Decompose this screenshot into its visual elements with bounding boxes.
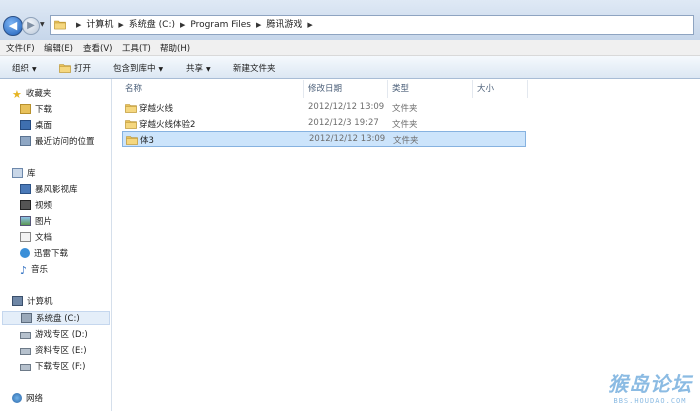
folder-icon [59,63,71,73]
nav-music[interactable]: ♪ 音乐 [20,263,48,277]
nav-documents[interactable]: 文档 [20,231,52,245]
file-name: 穿越火线 [139,104,174,114]
nav-videos[interactable]: 视频 [20,199,52,213]
nav-baofeng-library[interactable]: 暴风影视库 [20,183,78,197]
nav-drive-e[interactable]: 资料专区 (E:) [20,344,87,358]
nav-libraries[interactable]: 库 [12,167,36,181]
folder-icon [125,103,137,113]
video-library-icon [20,184,31,194]
crumb-tencent-games[interactable]: 腾讯游戏 [266,20,302,30]
nav-xunlei-downloads[interactable]: 迅雷下载 [20,247,68,261]
watermark-logo: 猴岛论坛 [608,372,692,396]
drive-icon [20,348,31,355]
system-drive-icon [21,313,32,323]
music-note-icon: ♪ [20,264,28,277]
file-row[interactable]: 穿越火线 2012/12/12 13:09 文件夹 [122,100,526,116]
open-button[interactable]: 打开 [59,62,91,74]
file-name: 体3 [140,136,154,146]
column-divider[interactable] [527,80,528,98]
dropdown-arrow-icon: ▼ [158,66,164,73]
command-bar: 组织 ▼ 打开 包含到库中 ▼ 共享 ▼ 新建文件夹 [0,56,700,79]
nav-computer[interactable]: 计算机 [12,295,53,309]
column-name[interactable]: 名称 [125,82,142,94]
file-date: 2012/12/12 13:09 [309,134,386,144]
recent-places-icon [20,136,31,146]
menu-file[interactable]: 文件(F) [6,42,35,54]
watermark-url: BBS.HOUDAO.COM [613,397,687,405]
folder-icon [126,135,138,145]
breadcrumb: ▶ 计算机 ▶ 系统盘 (C:) ▶ Program Files ▶ 腾讯游戏 ▶ [76,20,313,30]
folder-icon [54,19,66,30]
network-icon [12,393,22,403]
library-icon [12,168,23,178]
nav-drive-f[interactable]: 下载专区 (F:) [20,360,85,374]
menu-tools[interactable]: 工具(T) [122,42,151,54]
column-divider[interactable] [387,80,388,98]
dropdown-arrow-icon: ▼ [206,66,211,73]
menu-help[interactable]: 帮助(H) [160,42,190,54]
drive-icon [20,332,31,339]
include-in-library-button[interactable]: 包含到库中 ▼ [113,62,163,74]
column-size[interactable]: 大小 [477,82,494,94]
nav-recent-places[interactable]: 最近访问的位置 [20,135,95,149]
column-divider[interactable] [472,80,473,98]
desktop-icon [20,120,31,130]
menu-view[interactable]: 查看(V) [83,42,112,54]
nav-downloads[interactable]: 下载 [20,103,52,117]
nav-network[interactable]: 网络 [12,392,43,406]
nav-pictures[interactable]: 图片 [20,215,52,229]
computer-icon [12,296,23,306]
forward-arrow-icon[interactable]: ▶ [22,17,40,35]
download-folder-icon [20,104,31,114]
history-dropdown-icon[interactable]: ▼ [40,21,45,28]
file-type: 文件夹 [392,104,418,114]
navigation-pane: ★ 收藏夹 下载 桌面 最近访问的位置 库 暴风影视库 视频 图片 文档 迅雷下载… [0,79,112,411]
dropdown-arrow-icon: ▼ [32,66,37,73]
file-date: 2012/12/12 13:09 [308,102,385,112]
picture-icon [20,216,31,226]
file-row[interactable]: 穿越火线体验2 2012/12/3 19:27 文件夹 [122,116,526,132]
share-button[interactable]: 共享 ▼ [186,62,211,74]
video-icon [20,200,31,210]
nav-desktop[interactable]: 桌面 [20,119,52,133]
star-icon: ★ [12,88,22,101]
nav-drive-d[interactable]: 游戏专区 (D:) [20,328,88,342]
nav-drive-c[interactable]: 系统盘 (C:) [2,311,110,325]
address-row: ◀ ▶ ▼ ▶ 计算机 ▶ 系统盘 (C:) ▶ Program Files ▶ 腾讯游戏 ▶ [0,0,700,40]
column-date[interactable]: 修改日期 [308,82,342,94]
back-arrow-icon[interactable]: ◀ [3,16,23,36]
document-icon [20,232,31,242]
file-name: 穿越火线体验2 [139,120,196,130]
organize-button[interactable]: 组织 ▼ [12,62,37,74]
column-divider[interactable] [303,80,304,98]
nav-favorites[interactable]: ★ 收藏夹 [12,87,51,101]
menu-bar: 文件(F) 编辑(E) 查看(V) 工具(T) 帮助(H) [0,40,700,56]
new-folder-button[interactable]: 新建文件夹 [233,62,276,74]
file-type: 文件夹 [392,120,418,130]
xunlei-icon [20,248,30,258]
file-date: 2012/12/3 19:27 [308,118,379,128]
crumb-system-drive[interactable]: 系统盘 (C:) [129,20,175,30]
crumb-computer[interactable]: 计算机 [86,20,113,30]
folder-icon [125,119,137,129]
menu-edit[interactable]: 编辑(E) [44,42,73,54]
crumb-program-files[interactable]: Program Files [190,20,251,30]
file-row-selected[interactable]: 体3 2012/12/12 13:09 文件夹 [122,131,526,147]
watermark: 猴岛论坛 BBS.HOUDAO.COM [608,368,692,405]
address-bar[interactable]: ▶ 计算机 ▶ 系统盘 (C:) ▶ Program Files ▶ 腾讯游戏 ▶ [50,15,694,35]
column-type[interactable]: 类型 [392,82,409,94]
file-type: 文件夹 [393,136,419,146]
drive-icon [20,364,31,371]
